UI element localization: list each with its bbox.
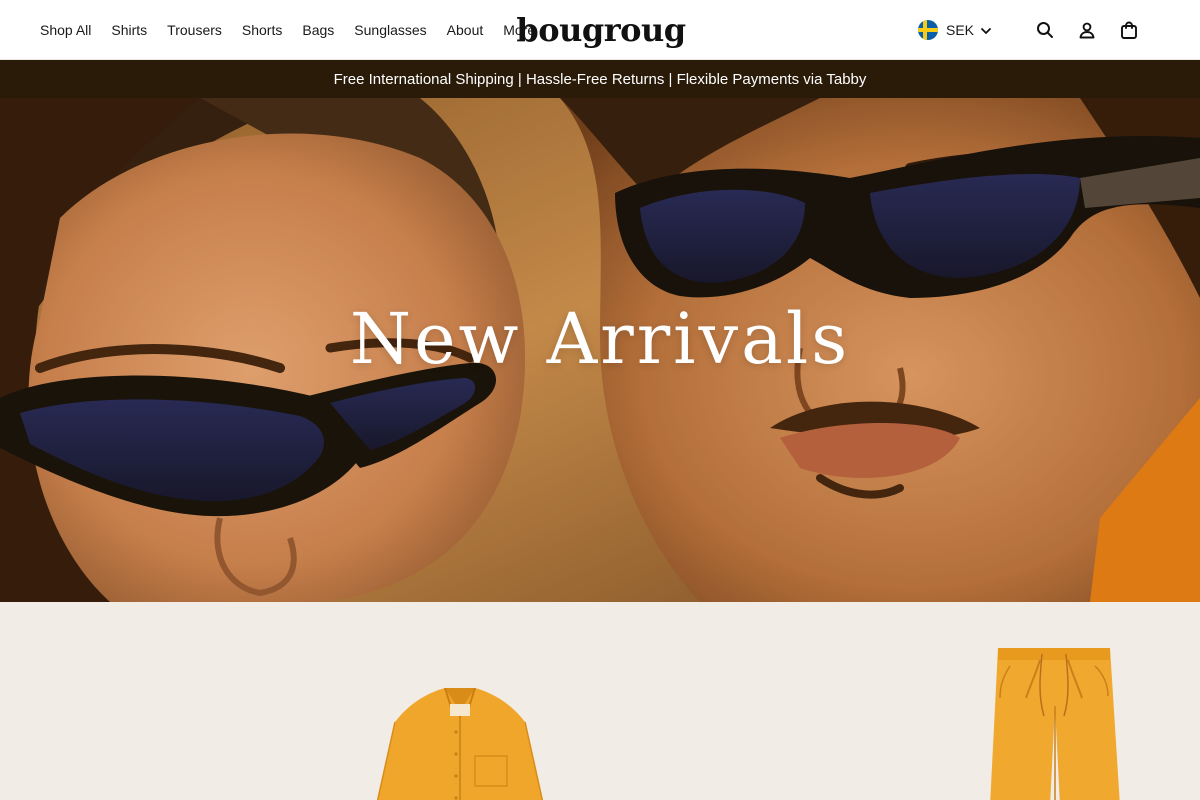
account-icon[interactable] [1076,19,1098,41]
announcement-text: Free International Shipping | Hassle-Fre… [333,70,867,88]
product-grid [0,602,1200,800]
nav-shirts[interactable]: Shirts [111,0,147,60]
header-tools: SEK [917,0,1140,60]
bag-icon[interactable] [1118,19,1140,41]
nav-sunglasses[interactable]: Sunglasses [354,0,426,60]
main-nav: Shop All Shirts Trousers Shorts Bags Sun… [40,0,555,60]
product-card-shirt[interactable] [360,682,560,800]
nav-shop-all[interactable]: Shop All [40,0,91,60]
hero-banner[interactable]: New Arrivals [0,98,1200,602]
hero-title: New Arrivals [349,298,851,380]
nav-bags[interactable]: Bags [302,0,334,60]
search-icon[interactable] [1034,19,1056,41]
site-header: Shop All Shirts Trousers Shorts Bags Sun… [0,0,1200,60]
nav-shorts[interactable]: Shorts [242,0,282,60]
announcement-bar: Free International Shipping | Hassle-Fre… [0,60,1200,98]
chevron-down-icon [980,24,992,36]
product-card-trousers[interactable] [980,646,1130,800]
nav-trousers[interactable]: Trousers [167,0,222,60]
currency-selector[interactable]: SEK [917,20,992,40]
currency-code: SEK [945,22,974,38]
shirt-image [376,687,544,800]
trousers-image [990,648,1120,800]
nav-about[interactable]: About [447,0,484,60]
brand-logo[interactable]: bougroug [516,8,686,52]
sweden-flag-icon [917,20,938,40]
